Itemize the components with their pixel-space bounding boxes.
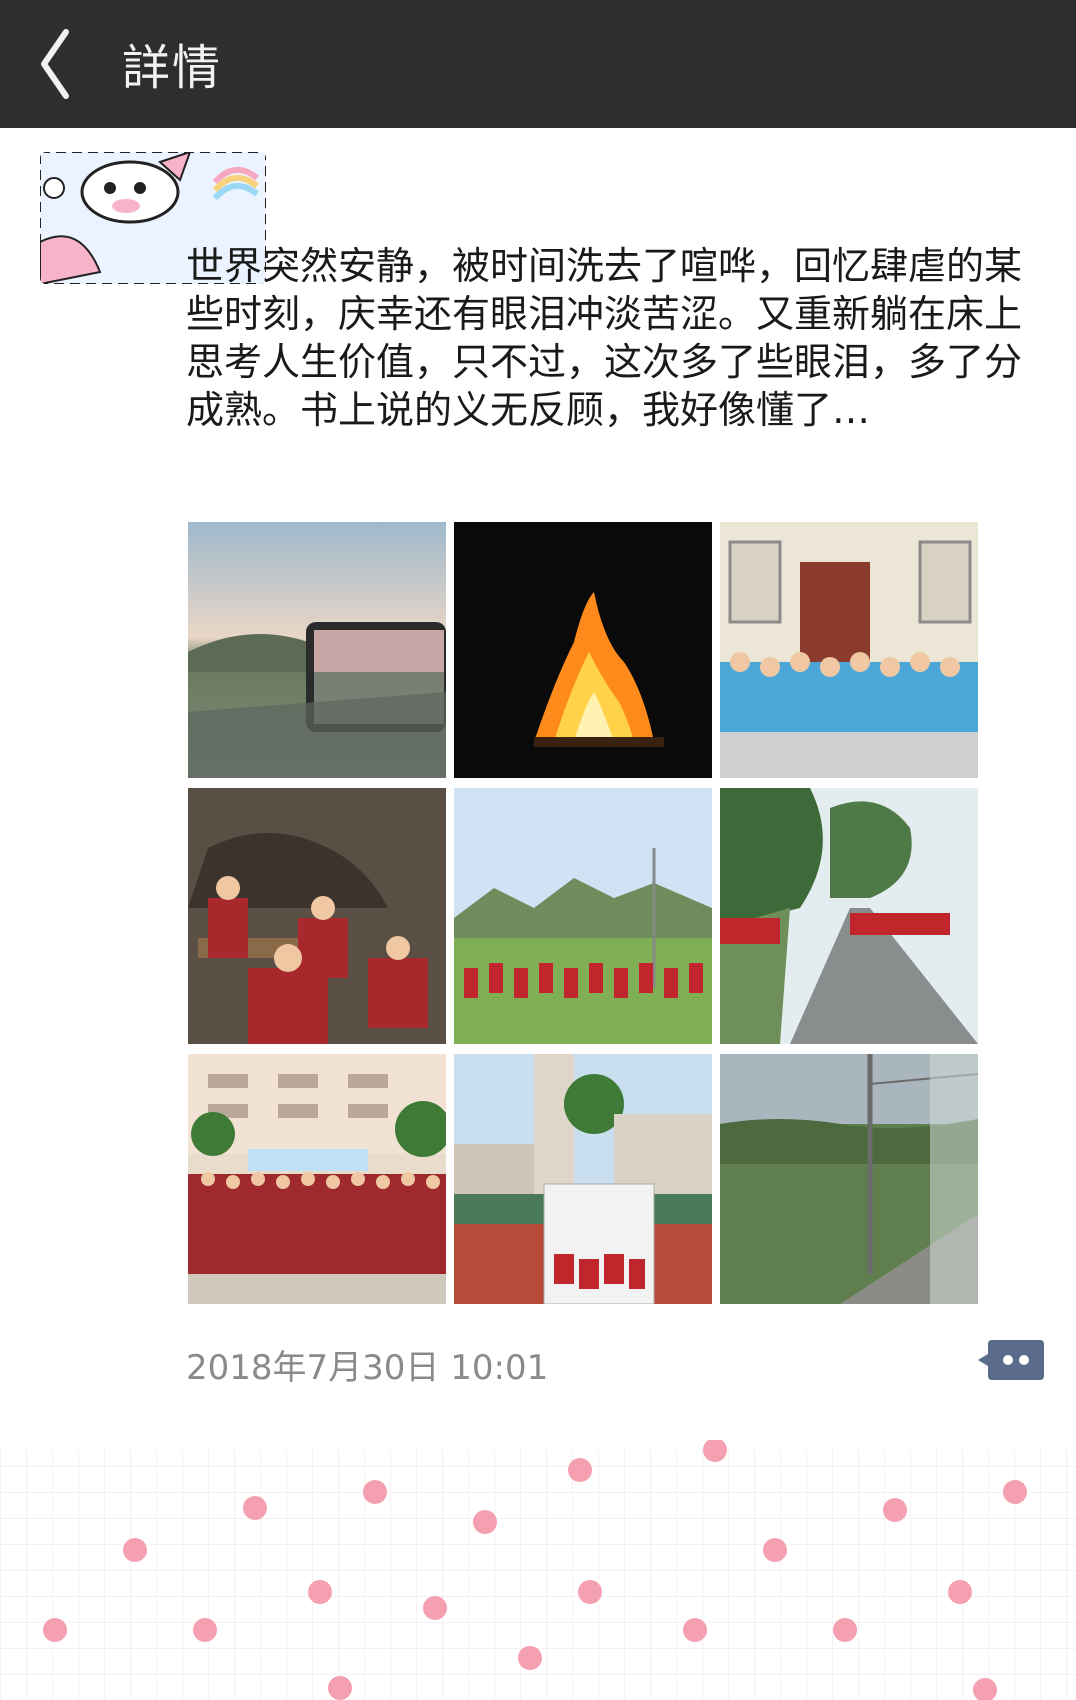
group-on-road-photo[interactable]: [720, 788, 978, 1044]
back-arrow-icon[interactable]: [34, 24, 114, 104]
decorative-background: [0, 1438, 1076, 1700]
people-in-room-photo[interactable]: [188, 788, 446, 1044]
page-title: 詳情: [122, 40, 223, 96]
large-group-school-photo[interactable]: [188, 1054, 446, 1304]
photo-grid: [188, 522, 978, 1304]
train-window-landscape-photo[interactable]: [720, 1054, 978, 1304]
post-text: 世界突然安静，被时间洗去了喧哗，回忆肆虐的某些时刻，庆幸还有眼泪冲淡苦涩。又重新…: [186, 244, 1023, 432]
post-timestamp: 2018年7月30日 10:01: [186, 1348, 549, 1388]
car-window-sunset-photo[interactable]: [188, 522, 446, 778]
group-in-field-photo[interactable]: [454, 788, 712, 1044]
bonfire-night-photo[interactable]: [454, 522, 712, 778]
top-bar: 詳情: [0, 0, 1076, 128]
school-yard-photo[interactable]: [454, 1054, 712, 1304]
group-sitting-by-door-photo[interactable]: [720, 522, 978, 778]
comment-action-icon[interactable]: [978, 1338, 1044, 1382]
